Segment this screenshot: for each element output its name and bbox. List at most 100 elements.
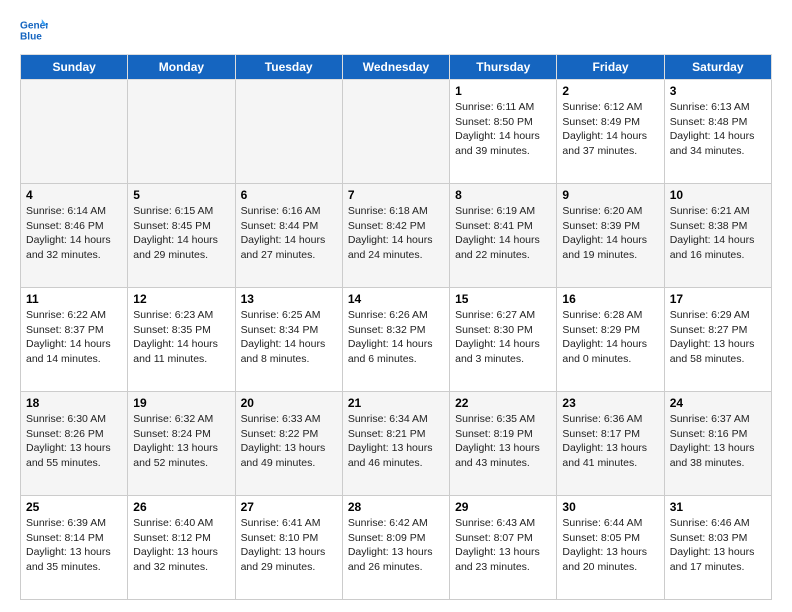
day-number: 15 [455,292,551,306]
day-info: Sunrise: 6:19 AM Sunset: 8:41 PM Dayligh… [455,204,551,263]
day-info: Sunrise: 6:14 AM Sunset: 8:46 PM Dayligh… [26,204,122,263]
day-number: 31 [670,500,766,514]
logo-icon: General Blue [20,16,48,44]
day-info: Sunrise: 6:36 AM Sunset: 8:17 PM Dayligh… [562,412,658,471]
calendar-cell: 8 Sunrise: 6:19 AM Sunset: 8:41 PM Daylig… [450,184,557,288]
day-info: Sunrise: 6:15 AM Sunset: 8:45 PM Dayligh… [133,204,229,263]
day-number: 21 [348,396,444,410]
day-number: 14 [348,292,444,306]
day-info: Sunrise: 6:16 AM Sunset: 8:44 PM Dayligh… [241,204,337,263]
day-number: 8 [455,188,551,202]
day-number: 24 [670,396,766,410]
day-info: Sunrise: 6:37 AM Sunset: 8:16 PM Dayligh… [670,412,766,471]
calendar-cell: 3Sunrise: 6:13 AM Sunset: 8:48 PM Daylig… [664,80,771,184]
day-number: 17 [670,292,766,306]
day-info: Sunrise: 6:44 AM Sunset: 8:05 PM Dayligh… [562,516,658,575]
day-number: 10 [670,188,766,202]
day-info: Sunrise: 6:42 AM Sunset: 8:09 PM Dayligh… [348,516,444,575]
day-number: 29 [455,500,551,514]
calendar-cell: 20 Sunrise: 6:33 AM Sunset: 8:22 PM Dayli… [235,392,342,496]
calendar-header-monday: Monday [128,55,235,80]
day-info: Sunrise: 6:39 AM Sunset: 8:14 PM Dayligh… [26,516,122,575]
calendar-cell: 26 Sunrise: 6:40 AM Sunset: 8:12 PM Dayli… [128,496,235,600]
day-number: 26 [133,500,229,514]
day-info: Sunrise: 6:13 AM Sunset: 8:48 PM Dayligh… [670,100,766,159]
calendar-header-row: SundayMondayTuesdayWednesdayThursdayFrid… [21,55,772,80]
day-number: 30 [562,500,658,514]
day-number: 20 [241,396,337,410]
day-info: Sunrise: 6:43 AM Sunset: 8:07 PM Dayligh… [455,516,551,575]
day-number: 22 [455,396,551,410]
day-number: 12 [133,292,229,306]
calendar-week-1: 1Sunrise: 6:11 AM Sunset: 8:50 PM Daylig… [21,80,772,184]
day-number: 27 [241,500,337,514]
calendar-cell: 24 Sunrise: 6:37 AM Sunset: 8:16 PM Dayli… [664,392,771,496]
day-info: Sunrise: 6:34 AM Sunset: 8:21 PM Dayligh… [348,412,444,471]
day-number: 2 [562,84,658,98]
calendar-cell: 4 Sunrise: 6:14 AM Sunset: 8:46 PM Daylig… [21,184,128,288]
calendar-cell: 15 Sunrise: 6:27 AM Sunset: 8:30 PM Dayli… [450,288,557,392]
calendar-cell: 12 Sunrise: 6:23 AM Sunset: 8:35 PM Dayli… [128,288,235,392]
day-info: Sunrise: 6:23 AM Sunset: 8:35 PM Dayligh… [133,308,229,367]
day-info: Sunrise: 6:30 AM Sunset: 8:26 PM Dayligh… [26,412,122,471]
day-number: 4 [26,188,122,202]
calendar-week-4: 18Sunrise: 6:30 AM Sunset: 8:26 PM Dayli… [21,392,772,496]
day-info: Sunrise: 6:29 AM Sunset: 8:27 PM Dayligh… [670,308,766,367]
calendar-cell: 11 Sunrise: 6:22 AM Sunset: 8:37 PM Dayli… [21,288,128,392]
svg-text:Blue: Blue [20,31,42,42]
calendar-cell: 19 Sunrise: 6:32 AM Sunset: 8:24 PM Dayli… [128,392,235,496]
calendar-cell: 6 Sunrise: 6:16 AM Sunset: 8:44 PM Daylig… [235,184,342,288]
day-info: Sunrise: 6:46 AM Sunset: 8:03 PM Dayligh… [670,516,766,575]
calendar-header-tuesday: Tuesday [235,55,342,80]
day-number: 23 [562,396,658,410]
calendar-header-saturday: Saturday [664,55,771,80]
day-info: Sunrise: 6:28 AM Sunset: 8:29 PM Dayligh… [562,308,658,367]
day-info: Sunrise: 6:25 AM Sunset: 8:34 PM Dayligh… [241,308,337,367]
calendar-cell: 7 Sunrise: 6:18 AM Sunset: 8:42 PM Daylig… [342,184,449,288]
calendar-cell: 14 Sunrise: 6:26 AM Sunset: 8:32 PM Dayli… [342,288,449,392]
calendar-cell: 1Sunrise: 6:11 AM Sunset: 8:50 PM Daylig… [450,80,557,184]
logo: General Blue [20,16,48,44]
day-info: Sunrise: 6:41 AM Sunset: 8:10 PM Dayligh… [241,516,337,575]
calendar-cell: 21 Sunrise: 6:34 AM Sunset: 8:21 PM Dayli… [342,392,449,496]
calendar-week-5: 25 Sunrise: 6:39 AM Sunset: 8:14 PM Dayli… [21,496,772,600]
day-number: 19 [133,396,229,410]
calendar-cell: 18Sunrise: 6:30 AM Sunset: 8:26 PM Dayli… [21,392,128,496]
calendar-cell: 10 Sunrise: 6:21 AM Sunset: 8:38 PM Dayli… [664,184,771,288]
day-info: Sunrise: 6:33 AM Sunset: 8:22 PM Dayligh… [241,412,337,471]
calendar-cell: 28 Sunrise: 6:42 AM Sunset: 8:09 PM Dayli… [342,496,449,600]
calendar-week-2: 4 Sunrise: 6:14 AM Sunset: 8:46 PM Daylig… [21,184,772,288]
page-header: General Blue [20,16,772,44]
calendar-cell: 2Sunrise: 6:12 AM Sunset: 8:49 PM Daylig… [557,80,664,184]
calendar-header-thursday: Thursday [450,55,557,80]
calendar-cell [128,80,235,184]
day-info: Sunrise: 6:32 AM Sunset: 8:24 PM Dayligh… [133,412,229,471]
day-number: 16 [562,292,658,306]
calendar-cell [21,80,128,184]
calendar-cell: 29 Sunrise: 6:43 AM Sunset: 8:07 PM Dayli… [450,496,557,600]
calendar-cell: 31 Sunrise: 6:46 AM Sunset: 8:03 PM Dayli… [664,496,771,600]
calendar-cell: 30 Sunrise: 6:44 AM Sunset: 8:05 PM Dayli… [557,496,664,600]
day-number: 28 [348,500,444,514]
day-info: Sunrise: 6:40 AM Sunset: 8:12 PM Dayligh… [133,516,229,575]
day-number: 6 [241,188,337,202]
day-number: 7 [348,188,444,202]
day-number: 13 [241,292,337,306]
day-info: Sunrise: 6:11 AM Sunset: 8:50 PM Dayligh… [455,100,551,159]
calendar-cell: 25 Sunrise: 6:39 AM Sunset: 8:14 PM Dayli… [21,496,128,600]
calendar-cell: 27 Sunrise: 6:41 AM Sunset: 8:10 PM Dayli… [235,496,342,600]
day-info: Sunrise: 6:35 AM Sunset: 8:19 PM Dayligh… [455,412,551,471]
day-number: 5 [133,188,229,202]
day-number: 11 [26,292,122,306]
day-info: Sunrise: 6:27 AM Sunset: 8:30 PM Dayligh… [455,308,551,367]
day-info: Sunrise: 6:21 AM Sunset: 8:38 PM Dayligh… [670,204,766,263]
calendar-cell: 17 Sunrise: 6:29 AM Sunset: 8:27 PM Dayli… [664,288,771,392]
calendar-week-3: 11 Sunrise: 6:22 AM Sunset: 8:37 PM Dayli… [21,288,772,392]
calendar-cell: 9Sunrise: 6:20 AM Sunset: 8:39 PM Daylig… [557,184,664,288]
day-number: 25 [26,500,122,514]
day-info: Sunrise: 6:22 AM Sunset: 8:37 PM Dayligh… [26,308,122,367]
day-info: Sunrise: 6:26 AM Sunset: 8:32 PM Dayligh… [348,308,444,367]
calendar-cell: 13 Sunrise: 6:25 AM Sunset: 8:34 PM Dayli… [235,288,342,392]
day-info: Sunrise: 6:20 AM Sunset: 8:39 PM Dayligh… [562,204,658,263]
day-info: Sunrise: 6:18 AM Sunset: 8:42 PM Dayligh… [348,204,444,263]
